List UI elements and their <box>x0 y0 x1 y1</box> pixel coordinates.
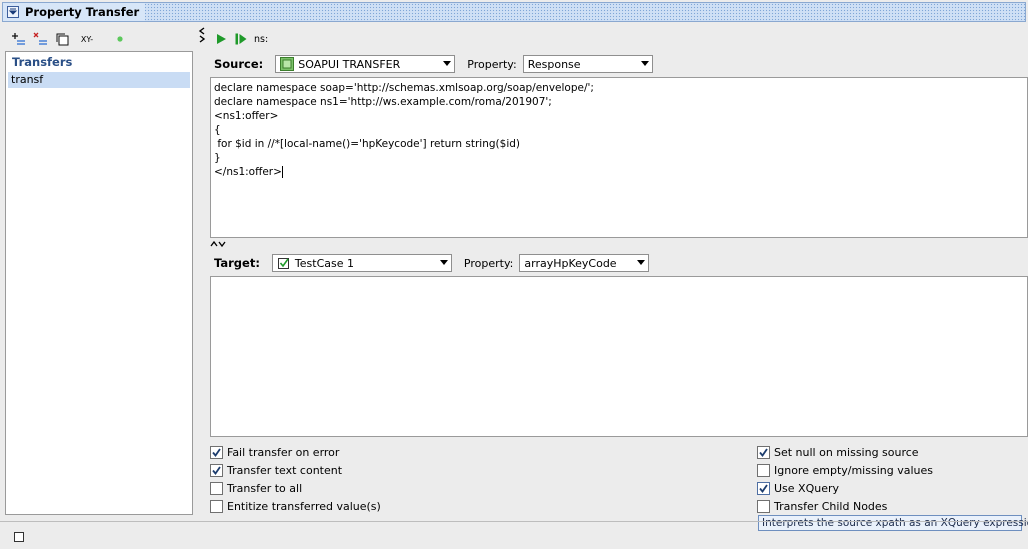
option-entitize-values[interactable]: Entitize transferred value(s) <box>210 498 381 514</box>
code-line: declare namespace soap='http://schemas.x… <box>214 82 594 94</box>
checkbox[interactable] <box>210 481 223 495</box>
text-caret <box>281 166 283 178</box>
status-square-icon[interactable] <box>14 532 24 542</box>
option-label: Entitize transferred value(s) <box>227 499 381 513</box>
soapui-step-icon <box>280 57 295 71</box>
transfers-header: Transfers <box>12 55 73 69</box>
code-line-last: </ns1:offer> <box>214 165 1024 179</box>
list-item[interactable]: transf <box>8 72 190 88</box>
rename-label: XY- <box>80 34 94 44</box>
source-property-value: Response <box>527 57 581 71</box>
target-step-value: TestCase 1 <box>294 256 354 270</box>
horizontal-splitter-arrows-icon[interactable] <box>210 240 226 250</box>
option-label: Transfer Child Nodes <box>774 499 888 513</box>
option-label: Transfer to all <box>227 481 303 495</box>
run-transfer-icon[interactable] <box>214 32 228 46</box>
title-bar: Property Transfer <box>2 2 1026 22</box>
chevron-down-icon <box>443 61 452 66</box>
add-transfer-icon[interactable] <box>10 31 26 47</box>
target-label: Target: <box>214 256 260 270</box>
source-property-select[interactable]: Response <box>522 55 653 73</box>
target-row: Target: TestCase 1 Property: arrayHpKeyC… <box>210 251 1028 275</box>
chevron-down-icon <box>637 260 646 265</box>
title-group: Property Transfer <box>3 3 146 21</box>
target-property-label: Property: <box>463 256 514 270</box>
vertical-splitter[interactable] <box>197 27 207 515</box>
checkbox[interactable] <box>757 481 770 495</box>
source-expression-editor[interactable]: declare namespace soap='http://schemas.x… <box>210 77 1028 238</box>
source-label: Source: <box>214 57 264 71</box>
option-use-xquery[interactable]: Use XQuery <box>757 480 839 496</box>
status-bar <box>0 521 1028 549</box>
namespace-button[interactable]: ns: <box>254 34 268 45</box>
source-property-label: Property: <box>467 57 517 71</box>
splitter-arrows-icon[interactable] <box>198 27 206 45</box>
chevron-down-icon <box>439 260 448 265</box>
checkbox[interactable] <box>757 499 770 513</box>
option-fail-on-error[interactable]: Fail transfer on error <box>210 444 339 460</box>
code-line: declare namespace ns1='http://ws.example… <box>214 96 552 108</box>
code-line: } <box>214 152 221 164</box>
code-line: <ns1:offer> <box>214 110 279 122</box>
option-transfer-to-all[interactable]: Transfer to all <box>210 480 302 496</box>
option-set-null-missing[interactable]: Set null on missing source <box>757 444 919 460</box>
target-step-select[interactable]: TestCase 1 <box>271 254 452 272</box>
run-all-transfers-icon[interactable] <box>234 32 248 46</box>
source-step-value: SOAPUI TRANSFER <box>298 57 401 71</box>
transfers-toolbar: XY- <box>5 27 197 51</box>
status-dot-icon <box>112 31 128 47</box>
transfer-options: Fail transfer on error Transfer text con… <box>208 442 1028 516</box>
source-row: Source: SOAPUI TRANSFER Property: Respon… <box>210 52 1028 76</box>
option-label: Transfer text content <box>227 463 343 477</box>
copy-transfer-icon[interactable] <box>54 31 70 47</box>
option-label: Set null on missing source <box>774 445 919 459</box>
transfer-toolbar: ns: <box>208 27 1028 51</box>
rename-icon[interactable]: XY- <box>76 31 98 47</box>
transfers-list: Transfers transf <box>5 51 193 515</box>
testcase-icon <box>277 256 291 270</box>
option-label: Ignore empty/missing values <box>774 463 933 477</box>
target-property-value: arrayHpKeyCode <box>524 256 617 270</box>
code-line: { <box>214 124 221 136</box>
checkbox[interactable] <box>757 445 770 459</box>
checkbox[interactable] <box>210 499 223 513</box>
transfer-editor-panel: ns: Source: SOAPUI TRANSFER Property: Re… <box>208 27 1028 515</box>
chevron-down-icon <box>640 61 649 66</box>
option-transfer-text-content[interactable]: Transfer text content <box>210 462 342 478</box>
remove-transfer-icon[interactable] <box>32 31 48 47</box>
checkbox[interactable] <box>210 445 223 459</box>
window-title: Property Transfer <box>25 5 140 19</box>
option-ignore-empty[interactable]: Ignore empty/missing values <box>757 462 933 478</box>
option-transfer-child-nodes[interactable]: Transfer Child Nodes <box>757 498 887 514</box>
code-line: for $id in //*[local-name()='hpKeycode']… <box>214 138 520 150</box>
target-property-select[interactable]: arrayHpKeyCode <box>519 254 650 272</box>
code-line: </ns1:offer> <box>214 166 282 178</box>
checkbox[interactable] <box>210 463 223 477</box>
option-label: Fail transfer on error <box>227 445 340 459</box>
source-step-select[interactable]: SOAPUI TRANSFER <box>275 55 456 73</box>
option-label: Use XQuery <box>774 481 840 495</box>
target-expression-editor[interactable] <box>210 276 1028 437</box>
transfers-panel: XY- Transfers transf <box>5 27 197 515</box>
collapse-icon[interactable] <box>7 6 19 18</box>
checkbox[interactable] <box>757 463 770 477</box>
